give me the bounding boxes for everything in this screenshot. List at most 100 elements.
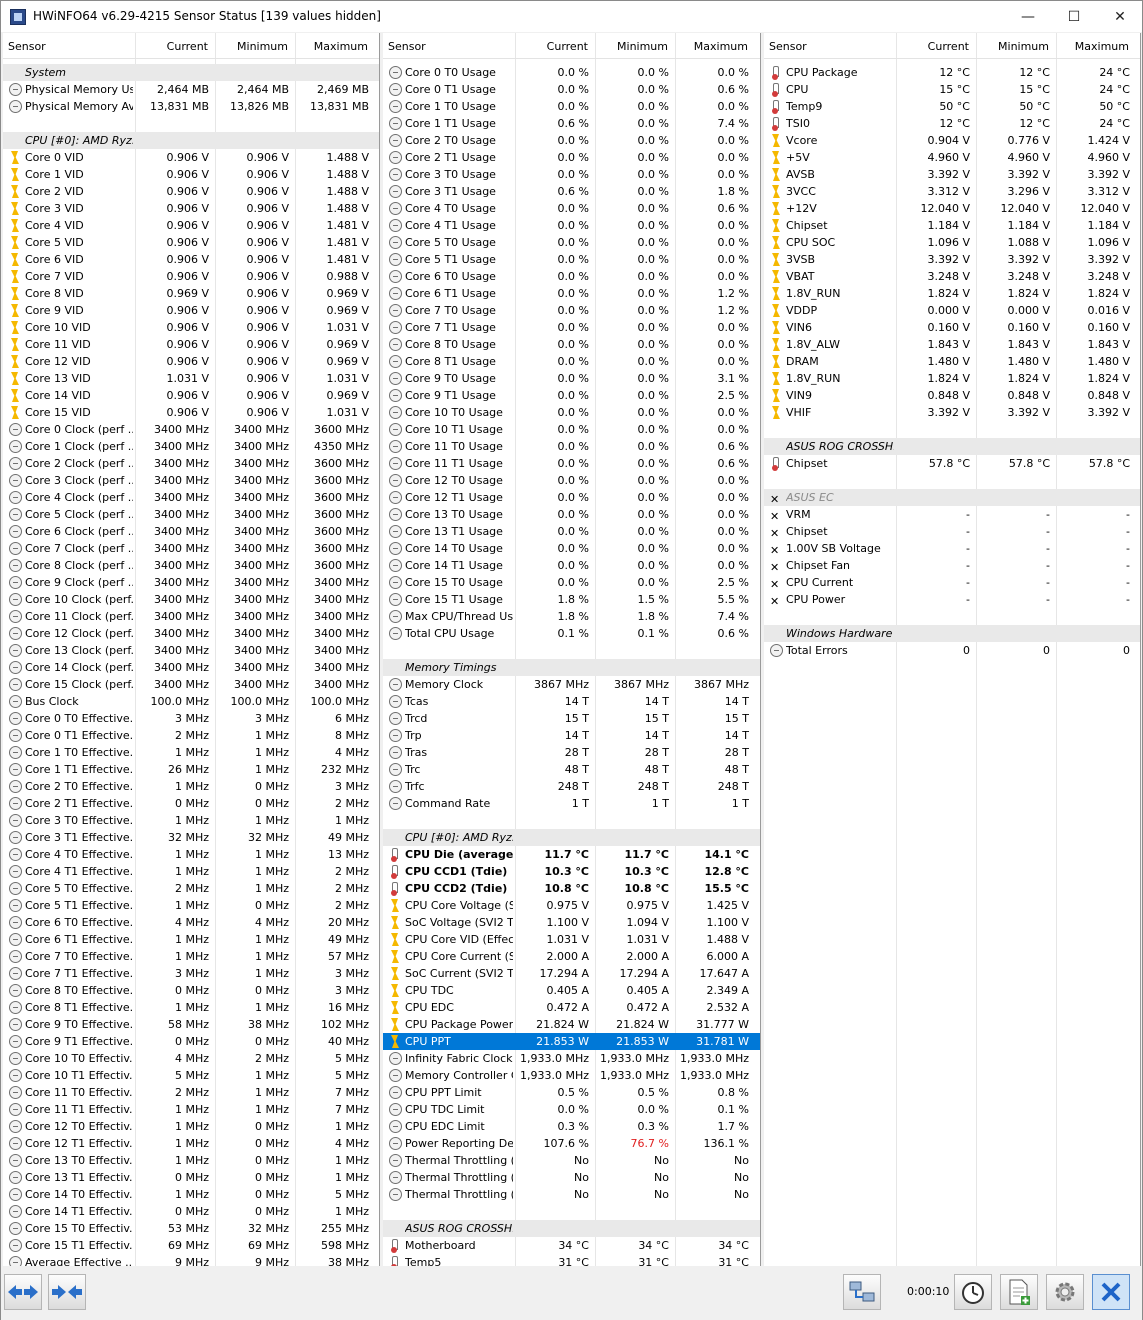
sensor-row[interactable]: Core 15 T1 Usage 1.8 % 1.5 % 5.5 % <box>383 591 760 608</box>
sensor-row[interactable]: VDDP 0.000 V 0.000 V 0.016 V <box>764 302 1140 319</box>
sensor-row[interactable]: CPU PPT Limit 0.5 % 0.5 % 0.8 % <box>383 1084 760 1101</box>
sensor-row[interactable]: Core 1 T1 Usage 0.6 % 0.0 % 7.4 % <box>383 115 760 132</box>
sensor-row[interactable]: Core 7 T0 Effective... 1 MHz 1 MHz 57 MHz <box>3 948 379 965</box>
sensor-row[interactable]: Core 11 T0 Effectiv... 2 MHz 1 MHz 7 MHz <box>3 1084 379 1101</box>
sensor-row[interactable]: Core 9 Clock (perf ... 3400 MHz 3400 MHz 34… <box>3 574 379 591</box>
header-current[interactable]: Current <box>897 40 969 53</box>
sensor-row[interactable]: Core 13 T0 Effectiv... 1 MHz 0 MHz 1 MHz <box>3 1152 379 1169</box>
sensor-pane-2[interactable]: Sensor Current Minimum Maximum Core 0 T0 Usa… <box>383 33 761 1266</box>
sensor-row[interactable]: Core 2 T1 Usage 0.0 % 0.0 % 0.0 % <box>383 149 760 166</box>
sensor-row[interactable]: ✕ Chipset Fan - - - <box>764 557 1140 574</box>
sensor-row[interactable]: Core 12 VID 0.906 V 0.906 V 0.969 V <box>3 353 379 370</box>
sensor-pane-3[interactable]: Sensor Current Minimum Maximum CPU Package 12… <box>764 33 1141 1266</box>
sensor-row[interactable]: Core 5 T0 Usage 0.0 % 0.0 % 0.0 % <box>383 234 760 251</box>
sensor-row[interactable]: CPU Package 12 °C 12 °C 24 °C <box>764 64 1140 81</box>
sensor-row[interactable]: Core 15 T0 Usage 0.0 % 0.0 % 2.5 % <box>383 574 760 591</box>
sensor-row[interactable]: Core 10 T1 Effectiv... 5 MHz 1 MHz 5 MHz <box>3 1067 379 1084</box>
sensor-row[interactable]: Core 9 VID 0.906 V 0.906 V 0.969 V <box>3 302 379 319</box>
sensor-row[interactable]: Core 13 Clock (perf... 3400 MHz 3400 MHz 34… <box>3 642 379 659</box>
sensor-row[interactable]: Core 6 T0 Effective... 4 MHz 4 MHz 20 MHz <box>3 914 379 931</box>
sensor-row[interactable]: Command Rate 1 T 1 T 1 T <box>383 795 760 812</box>
sensor-group-row[interactable]: CPU [#0]: AMD Ryz... <box>3 132 379 149</box>
sensor-row[interactable]: Core 0 VID 0.906 V 0.906 V 1.488 V <box>3 149 379 166</box>
sensor-row[interactable]: Core 10 T0 Effectiv... 4 MHz 2 MHz 5 MHz <box>3 1050 379 1067</box>
sensor-row[interactable]: DRAM 1.480 V 1.480 V 1.480 V <box>764 353 1140 370</box>
sensor-row[interactable]: Core 5 VID 0.906 V 0.906 V 1.481 V <box>3 234 379 251</box>
sensor-row[interactable]: Core 3 Clock (perf ... 3400 MHz 3400 MHz 36… <box>3 472 379 489</box>
sensor-row[interactable]: Trc 48 T 48 T 48 T <box>383 761 760 778</box>
sensor-group-row[interactable]: Memory Timings <box>383 659 760 676</box>
sensor-row[interactable]: CPU EDC Limit 0.3 % 0.3 % 1.7 % <box>383 1118 760 1135</box>
sensor-row[interactable]: CPU SOC 1.096 V 1.088 V 1.096 V <box>764 234 1140 251</box>
sensor-row[interactable]: Max CPU/Thread Us... 1.8 % 1.8 % 7.4 % <box>383 608 760 625</box>
sensor-row[interactable]: Trp 14 T 14 T 14 T <box>383 727 760 744</box>
sensor-row[interactable]: Core 5 Clock (perf ... 3400 MHz 3400 MHz 36… <box>3 506 379 523</box>
sensor-row[interactable]: Core 11 Clock (perf... 3400 MHz 3400 MHz 34… <box>3 608 379 625</box>
sensor-row[interactable]: Core 7 T0 Usage 0.0 % 0.0 % 1.2 % <box>383 302 760 319</box>
sensor-row[interactable]: Thermal Throttling (... No No No <box>383 1152 760 1169</box>
sensor-row[interactable]: Thermal Throttling (P... No No No <box>383 1186 760 1203</box>
sensor-row[interactable]: CPU CCD2 (Tdie) 10.8 °C 10.8 °C 15.5 °C <box>383 880 760 897</box>
sensor-row[interactable]: Core 0 T1 Effective... 2 MHz 1 MHz 8 MHz <box>3 727 379 744</box>
sensor-row[interactable]: Core 7 Clock (perf ... 3400 MHz 3400 MHz 36… <box>3 540 379 557</box>
sensor-row[interactable]: CPU TDC Limit 0.0 % 0.0 % 0.1 % <box>383 1101 760 1118</box>
sensor-row[interactable]: Core 3 T1 Usage 0.6 % 0.0 % 1.8 % <box>383 183 760 200</box>
sensor-row[interactable]: VIN6 0.160 V 0.160 V 0.160 V <box>764 319 1140 336</box>
sensor-row[interactable]: Core 10 T0 Usage 0.0 % 0.0 % 0.0 % <box>383 404 760 421</box>
sensor-row[interactable]: Core 12 T0 Effectiv... 1 MHz 0 MHz 1 MHz <box>3 1118 379 1135</box>
sensor-row[interactable]: Core 11 T1 Effectiv... 1 MHz 1 MHz 7 MHz <box>3 1101 379 1118</box>
sensor-row[interactable]: SoC Current (SVI2 T... 17.294 A 17.294 A 17… <box>383 965 760 982</box>
sensor-row[interactable]: Core 14 T1 Usage 0.0 % 0.0 % 0.0 % <box>383 557 760 574</box>
close-button[interactable]: ✕ <box>1097 1 1143 32</box>
sensor-row[interactable]: SoC Voltage (SVI2 T... 1.100 V 1.094 V 1.10… <box>383 914 760 931</box>
sensor-row[interactable]: AVSB 3.392 V 3.392 V 3.392 V <box>764 166 1140 183</box>
sensor-row[interactable]: 3VSB 3.392 V 3.392 V 3.392 V <box>764 251 1140 268</box>
sensor-row[interactable]: Core 4 VID 0.906 V 0.906 V 1.481 V <box>3 217 379 234</box>
maximize-button[interactable]: ☐ <box>1051 1 1097 32</box>
sensor-row[interactable]: Chipset 57.8 °C 57.8 °C 57.8 °C <box>764 455 1140 472</box>
sensor-row[interactable]: Core 14 T1 Effectiv... 0 MHz 0 MHz 1 MHz <box>3 1203 379 1220</box>
sensor-row[interactable]: Core 13 VID 1.031 V 0.906 V 1.031 V <box>3 370 379 387</box>
sensor-row[interactable]: Core 5 T1 Usage 0.0 % 0.0 % 0.0 % <box>383 251 760 268</box>
sensor-row[interactable]: Core 3 VID 0.906 V 0.906 V 1.488 V <box>3 200 379 217</box>
sensor-row[interactable]: CPU Die (average) 11.7 °C 11.7 °C 14.1 °C <box>383 846 760 863</box>
sensor-row[interactable]: CPU Core Voltage (S... 0.975 V 0.975 V 1.42… <box>383 897 760 914</box>
sensor-row[interactable]: TSI0 12 °C 12 °C 24 °C <box>764 115 1140 132</box>
sensor-row[interactable]: Infinity Fabric Clock ... 1,933.0 MHz 1,93… <box>383 1050 760 1067</box>
close-sensors-button[interactable] <box>1092 1274 1130 1310</box>
sensor-row[interactable]: Trcd 15 T 15 T 15 T <box>383 710 760 727</box>
sensor-row[interactable]: Core 10 VID 0.906 V 0.906 V 1.031 V <box>3 319 379 336</box>
header-minimum[interactable]: Minimum <box>596 40 668 53</box>
sensor-row[interactable]: Bus Clock 100.0 MHz 100.0 MHz 100.0 MHz <box>3 693 379 710</box>
sensor-row[interactable]: Physical Memory Used 2,464 MB 2,464 MB 2,46… <box>3 81 379 98</box>
sensor-row[interactable]: Core 0 T1 Usage 0.0 % 0.0 % 0.6 % <box>383 81 760 98</box>
sensor-row[interactable]: Core 3 T0 Effective... 1 MHz 1 MHz 1 MHz <box>3 812 379 829</box>
sensor-row[interactable]: +12V 12.040 V 12.040 V 12.040 V <box>764 200 1140 217</box>
sensor-row[interactable]: Total CPU Usage 0.1 % 0.1 % 0.6 % <box>383 625 760 642</box>
network-button[interactable] <box>843 1274 881 1310</box>
sensor-row[interactable]: CPU CCD1 (Tdie) 10.3 °C 10.3 °C 12.8 °C <box>383 863 760 880</box>
header-sensor[interactable]: Sensor <box>769 40 807 53</box>
sensor-row[interactable]: Core 4 T1 Effective... 1 MHz 1 MHz 2 MHz <box>3 863 379 880</box>
sensor-row[interactable]: Core 8 T1 Effective... 1 MHz 1 MHz 16 MHz <box>3 999 379 1016</box>
sensor-row[interactable]: Core 15 T0 Effectiv... 53 MHz 32 MHz 255 MH… <box>3 1220 379 1237</box>
sensor-row[interactable]: VHIF 3.392 V 3.392 V 3.392 V <box>764 404 1140 421</box>
sensor-group-row[interactable]: System <box>3 64 379 81</box>
sensor-row[interactable]: Core 8 T0 Usage 0.0 % 0.0 % 0.0 % <box>383 336 760 353</box>
sensor-row[interactable]: Core 13 T0 Usage 0.0 % 0.0 % 0.0 % <box>383 506 760 523</box>
sensor-row[interactable]: Core 8 T1 Usage 0.0 % 0.0 % 0.0 % <box>383 353 760 370</box>
sensor-row[interactable]: Memory Controller Cl... 1,933.0 MHz 1,933.… <box>383 1067 760 1084</box>
sensor-row[interactable]: Core 14 T0 Usage 0.0 % 0.0 % 0.0 % <box>383 540 760 557</box>
sensor-row[interactable]: CPU TDC 0.405 A 0.405 A 2.349 A <box>383 982 760 999</box>
sensor-row[interactable]: Thermal Throttling (P... No No No <box>383 1169 760 1186</box>
sensor-row[interactable]: Core 3 T1 Effective... 32 MHz 32 MHz 49 MHz <box>3 829 379 846</box>
sensor-row[interactable]: Physical Memory Av... 13,831 MB 13,826 MB 1… <box>3 98 379 115</box>
sensor-row[interactable]: ✕ VRM - - - <box>764 506 1140 523</box>
sensor-row[interactable]: VIN9 0.848 V 0.848 V 0.848 V <box>764 387 1140 404</box>
sensor-row[interactable]: Core 13 T1 Effectiv... 0 MHz 0 MHz 1 MHz <box>3 1169 379 1186</box>
sensor-row[interactable]: Core 0 T0 Effective... 3 MHz 3 MHz 6 MHz <box>3 710 379 727</box>
sensor-row[interactable]: Core 2 VID 0.906 V 0.906 V 1.488 V <box>3 183 379 200</box>
sensor-group-row[interactable]: CPU [#0]: AMD Ryz... <box>383 829 760 846</box>
sensor-row[interactable]: Core 1 T0 Usage 0.0 % 0.0 % 0.0 % <box>383 98 760 115</box>
sensor-row[interactable]: Core 3 T0 Usage 0.0 % 0.0 % 0.0 % <box>383 166 760 183</box>
